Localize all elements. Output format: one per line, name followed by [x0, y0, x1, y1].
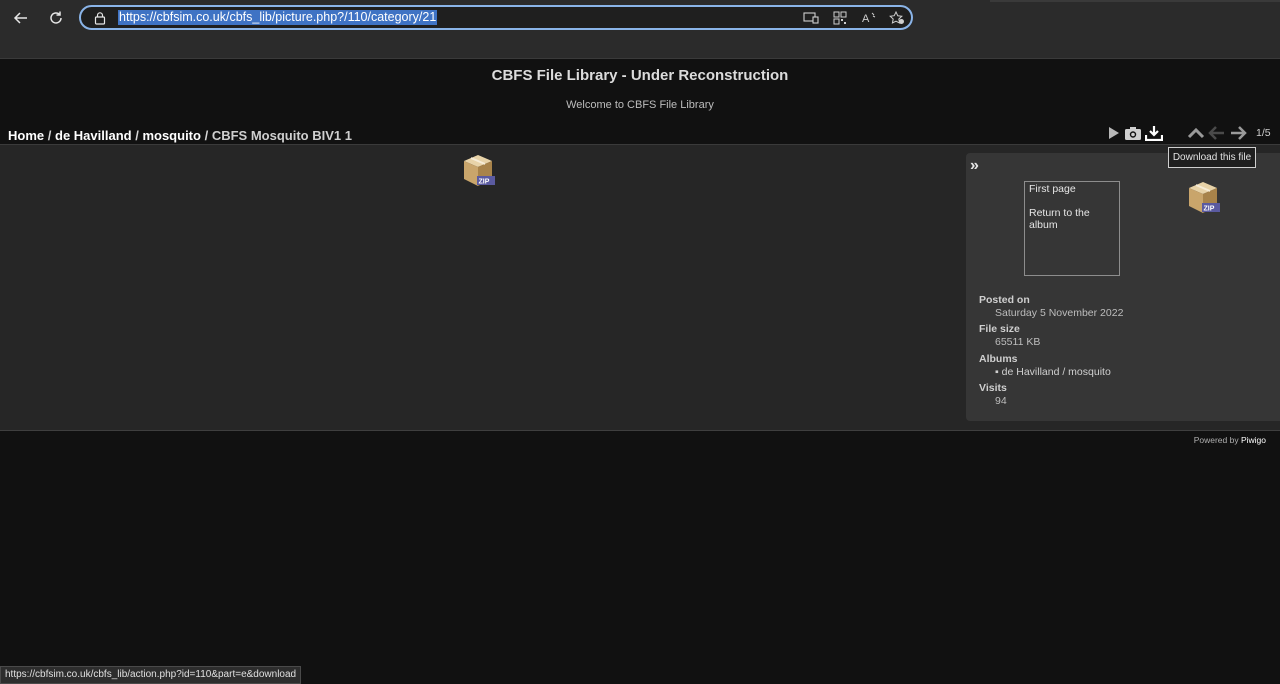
breadcrumb-home[interactable]: Home: [8, 128, 44, 143]
file-size-label: File size: [979, 323, 1020, 335]
albums-label: Albums: [979, 353, 1018, 365]
next-arrow-icon[interactable]: [1229, 125, 1247, 141]
app-available-icon[interactable]: [803, 11, 819, 25]
back-arrow-icon: [13, 12, 27, 24]
status-bar-url: https://cbfsim.co.uk/cbfs_lib/action.php…: [0, 666, 302, 684]
back-button[interactable]: [8, 6, 34, 30]
qr-code-icon[interactable]: [832, 11, 848, 25]
download-icon[interactable]: [1145, 125, 1163, 141]
image-counter: 1/5: [1256, 127, 1271, 139]
breadcrumb-de-havilland[interactable]: de Havilland: [55, 128, 132, 143]
previous-arrow-icon: [1208, 126, 1224, 140]
zip-label: ZIP: [479, 179, 490, 186]
breadcrumb-mosquito[interactable]: mosquito: [142, 128, 201, 143]
breadcrumb-separator: /: [47, 128, 52, 143]
navigation-links-box: First page Return to the album: [1024, 181, 1120, 276]
zip-thumbnail-icon[interactable]: ZIP: [1186, 179, 1222, 215]
piwigo-link[interactable]: Piwigo: [1241, 435, 1266, 445]
play-slideshow-icon[interactable]: [1105, 125, 1123, 141]
posted-on-value: Saturday 5 November 2022: [995, 307, 1124, 319]
lock-icon[interactable]: [93, 11, 107, 25]
content-divider: [0, 430, 1280, 431]
collapse-panel-button[interactable]: »: [970, 157, 979, 175]
address-bar[interactable]: https://cbfsim.co.uk/cbfs_lib/picture.ph…: [79, 5, 913, 30]
up-arrow-icon[interactable]: [1187, 125, 1205, 141]
posted-on-label: Posted on: [979, 294, 1030, 306]
read-aloud-icon[interactable]: A: [861, 11, 877, 25]
favorite-add-icon[interactable]: [889, 11, 905, 25]
camera-icon[interactable]: [1124, 125, 1142, 141]
return-to-album-link[interactable]: Return to the album: [1029, 207, 1115, 231]
powered-by-text: Powered by: [1193, 435, 1239, 445]
powered-by: Powered by Piwigo: [1194, 435, 1266, 445]
site-subtitle: Welcome to CBFS File Library: [566, 99, 714, 111]
breadcrumb: Home / de Havilland / mosquito / CBFS Mo…: [8, 128, 352, 143]
zip-label: ZIP: [1204, 206, 1215, 213]
visits-label: Visits: [979, 382, 1007, 394]
url-text[interactable]: https://cbfsim.co.uk/cbfs_lib/picture.ph…: [118, 10, 438, 25]
first-page-link[interactable]: First page: [1029, 183, 1115, 195]
reload-button[interactable]: [43, 6, 69, 30]
info-panel: » First page Return to the album ZIP Pos…: [966, 153, 1280, 421]
file-size-value: 65511 KB: [995, 336, 1041, 348]
breadcrumb-current: CBFS Mosquito BIV1 1: [211, 128, 352, 143]
tabstrip-edge: [990, 0, 1280, 2]
site-title: CBFS File Library - Under Reconstruction: [491, 67, 789, 84]
breadcrumb-separator: /: [135, 128, 139, 143]
reload-icon: [50, 11, 62, 24]
breadcrumb-separator: /: [204, 128, 209, 143]
album-list-item[interactable]: ▪ de Havilland / mosquito: [995, 366, 1111, 378]
browser-toolbar: https://cbfsim.co.uk/cbfs_lib/picture.ph…: [0, 0, 1280, 58]
svg-text:A: A: [862, 13, 870, 25]
album-link[interactable]: de Havilland / mosquito: [1002, 366, 1111, 378]
zip-file-icon[interactable]: ZIP: [461, 152, 497, 188]
page: CBFS File Library - Under Reconstruction…: [0, 59, 1280, 684]
download-tooltip: Download this file: [1168, 147, 1256, 168]
visits-value: 94: [995, 395, 1007, 407]
